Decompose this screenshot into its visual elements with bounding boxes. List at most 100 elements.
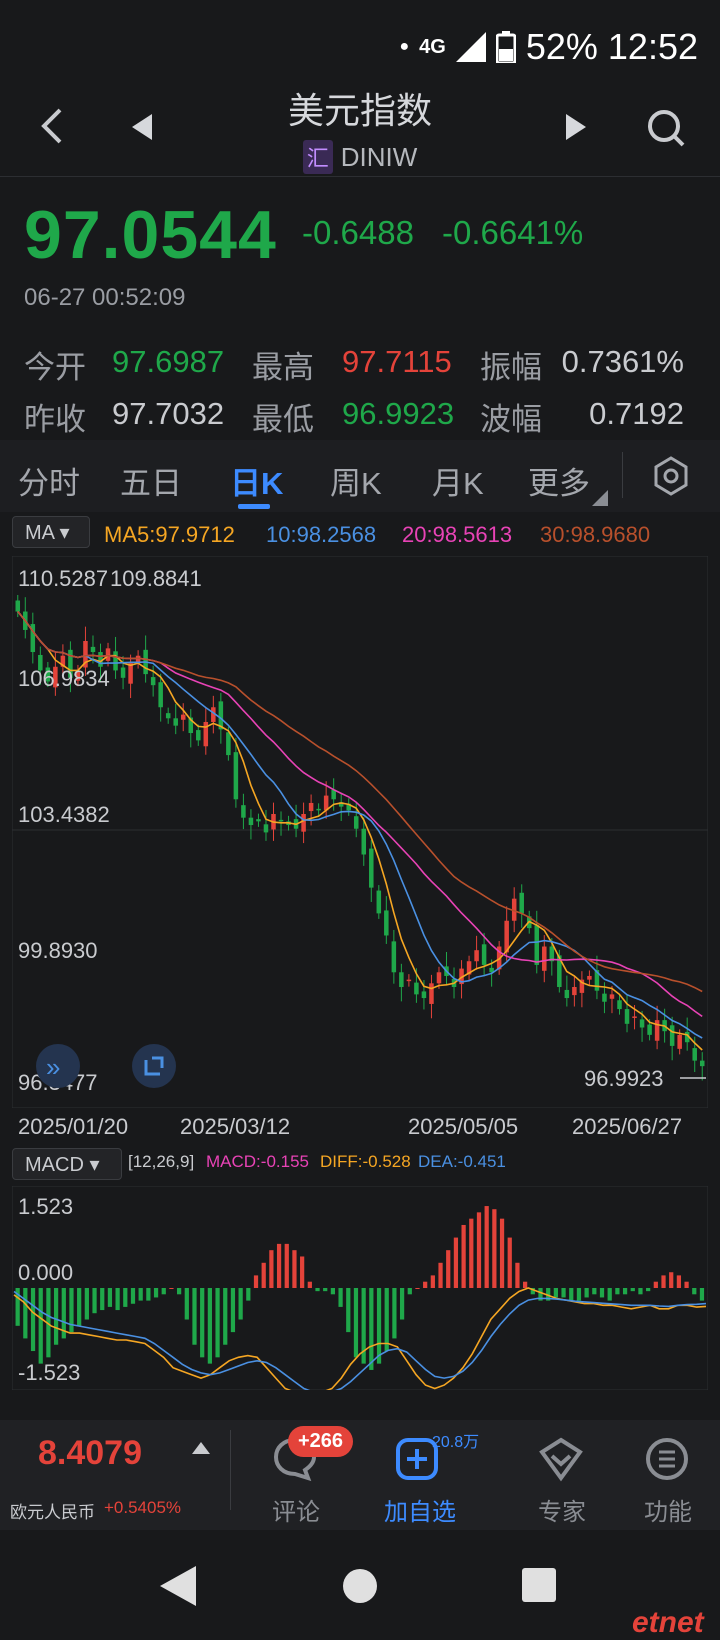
- ma10-value: 10:98.2568: [266, 522, 377, 547]
- nav-home-icon[interactable]: [342, 1568, 378, 1604]
- header-divider: [0, 176, 720, 177]
- tab-five-day[interactable]: 五日: [120, 458, 182, 503]
- status-right: ● 4G 52% 12:52: [399, 26, 698, 68]
- macd-bar: [607, 1288, 612, 1301]
- ma-selector-label: MA: [25, 522, 54, 544]
- search-icon[interactable]: [646, 108, 686, 148]
- candlestick-chart[interactable]: 110.5287 109.8841 106.9834 103.4382 99.8…: [12, 556, 708, 1108]
- fx-tag: 汇: [302, 140, 333, 174]
- macd-bar: [92, 1288, 97, 1314]
- settings-icon[interactable]: [652, 456, 690, 496]
- comment-label[interactable]: 评论: [272, 1492, 320, 1527]
- macd-bar: [246, 1288, 251, 1301]
- candle-body: [113, 651, 118, 671]
- clock-label: 12:52: [607, 26, 698, 67]
- tab-monthly-k[interactable]: 月K: [432, 458, 484, 503]
- tab-daily-k[interactable]: 日K: [230, 458, 283, 503]
- tab-more[interactable]: 更多: [528, 458, 590, 503]
- macd-y-top: 1.523: [18, 1194, 73, 1219]
- watch-label[interactable]: 加自选: [384, 1492, 456, 1527]
- macd-bar: [469, 1218, 474, 1288]
- function-menu-icon[interactable]: [644, 1436, 690, 1482]
- candle-body: [654, 1020, 660, 1041]
- tab-separator: [622, 452, 623, 498]
- macd-bar: [523, 1281, 528, 1288]
- candle-body: [120, 667, 126, 678]
- macd-bar: [284, 1243, 289, 1288]
- nav-recents-icon[interactable]: [522, 1568, 556, 1602]
- macd-bar: [200, 1288, 205, 1358]
- high-label: 最高: [252, 350, 314, 385]
- macd-bar: [646, 1288, 651, 1292]
- macd-bar: [23, 1288, 28, 1339]
- macd-chart[interactable]: 1.523 0.000 -1.523: [12, 1186, 708, 1390]
- y-tick-3: 103.4382: [18, 802, 110, 827]
- candle-body: [481, 944, 487, 965]
- signal-icon: [455, 32, 486, 62]
- indicator-select-ma[interactable]: MA ▾: [12, 516, 90, 548]
- macd-bar: [622, 1288, 628, 1295]
- candle-body: [474, 950, 479, 962]
- y-tick-top: 110.5287: [18, 566, 108, 591]
- macd-y-zero: 0.000: [18, 1260, 73, 1285]
- wave-value: 0.7192: [589, 396, 684, 431]
- related-name: 欧元人民币: [10, 1503, 95, 1522]
- candle-body: [316, 808, 321, 811]
- macd-bar: [300, 1256, 305, 1288]
- macd-y-bottom: -1.523: [18, 1360, 80, 1385]
- candle-body: [564, 989, 570, 999]
- macd-bar: [446, 1250, 451, 1288]
- y-tick-2: 106.9834: [18, 666, 110, 691]
- ma20-value: 20:98.5613: [402, 522, 513, 547]
- macd-bar: [230, 1288, 236, 1333]
- macd-bar: [599, 1288, 605, 1298]
- tab-weekly-k[interactable]: 周K: [330, 458, 382, 503]
- macd-bar: [376, 1288, 382, 1364]
- status-bar: ● 4G 52% 12:52: [0, 0, 720, 90]
- macd-bar: [415, 1288, 420, 1289]
- candle-body: [361, 828, 367, 855]
- nav-back-icon[interactable]: [160, 1566, 196, 1606]
- macd-bar: [507, 1237, 512, 1288]
- macd-bar: [146, 1288, 151, 1301]
- x-tick-2: 2025/03/12: [180, 1114, 291, 1139]
- macd-bar: [369, 1288, 374, 1370]
- candle-body: [669, 1025, 675, 1046]
- macd-bar: [161, 1288, 166, 1295]
- macd-bar: [499, 1218, 505, 1288]
- candle-body: [677, 1034, 682, 1049]
- function-label[interactable]: 功能: [644, 1492, 692, 1527]
- macd-bar: [346, 1288, 351, 1333]
- next-item-icon[interactable]: [566, 114, 586, 140]
- candle-body: [436, 972, 442, 984]
- macd-bar: [392, 1288, 397, 1339]
- macd-bar: [515, 1262, 520, 1288]
- candle-body: [609, 994, 615, 999]
- macd-bar: [661, 1275, 666, 1288]
- candle-body: [105, 648, 111, 661]
- ma30-value: 30:98.9680: [540, 522, 651, 547]
- macd-bar: [384, 1288, 389, 1352]
- macd-bar: [292, 1250, 297, 1288]
- related-price[interactable]: 8.4079: [38, 1434, 142, 1473]
- candle-body: [639, 1019, 645, 1028]
- indicator-select-macd[interactable]: MACD ▾: [12, 1148, 122, 1180]
- macd-bar: [461, 1224, 466, 1288]
- candle-body: [542, 946, 547, 971]
- candle-body: [256, 819, 261, 822]
- macd-bar: [492, 1209, 497, 1288]
- expert-icon[interactable]: [538, 1436, 584, 1482]
- candle-body: [278, 819, 284, 822]
- expert-label[interactable]: 专家: [538, 1492, 586, 1527]
- low-value: 96.9923: [342, 396, 455, 431]
- tab-intraday[interactable]: 分时: [18, 458, 80, 503]
- fullscreen-button[interactable]: [132, 1044, 176, 1088]
- macd-bar: [307, 1281, 312, 1288]
- max-label: 109.8841: [110, 566, 202, 591]
- expand-up-icon[interactable]: [192, 1442, 210, 1454]
- code-text: DINIW: [340, 142, 418, 172]
- candle-body: [241, 805, 246, 818]
- macd-bar: [269, 1250, 274, 1288]
- high-value: 97.7115: [342, 344, 452, 379]
- period-tabs: 分时 五日 日K 周K 月K 更多: [0, 440, 720, 512]
